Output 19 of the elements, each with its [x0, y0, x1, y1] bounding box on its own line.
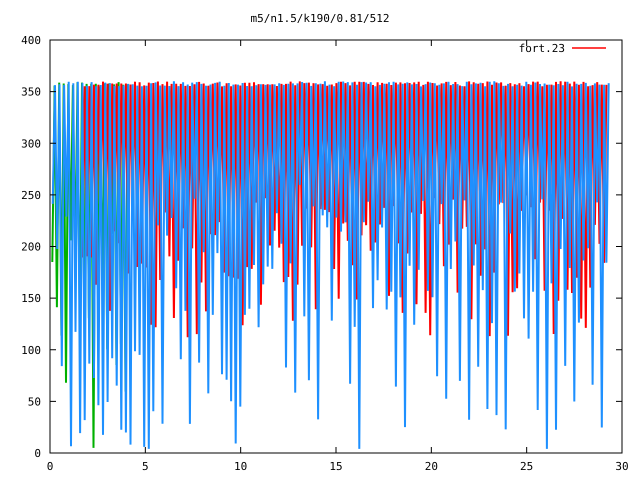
x-tick-label: 25 — [520, 460, 534, 473]
y-tick-label: 0 — [34, 447, 41, 460]
x-tick-label: 0 — [46, 460, 54, 473]
x-tick-label: 10 — [234, 460, 248, 473]
y-tick-label: 200 — [21, 240, 41, 254]
chart-title: m5/n1.5/k190/0.81/512 — [250, 12, 390, 25]
legend-line — [572, 47, 606, 49]
x-tick-label: 30 — [615, 460, 629, 473]
y-tick-label: 350 — [21, 86, 41, 99]
y-tick-label: 100 — [21, 344, 41, 357]
y-tick-label: 50 — [28, 395, 41, 408]
legend-label: fort.23 — [518, 42, 565, 55]
y-tick-label: 250 — [21, 188, 41, 202]
y-tick-label: 150 — [21, 292, 41, 306]
x-tick-label: 5 — [142, 460, 149, 473]
x-tick-label: 20 — [424, 460, 438, 473]
y-tick-label: 400 — [21, 34, 41, 47]
x-tick-label: 15 — [329, 460, 343, 473]
y-tick-label: 300 — [21, 137, 41, 150]
